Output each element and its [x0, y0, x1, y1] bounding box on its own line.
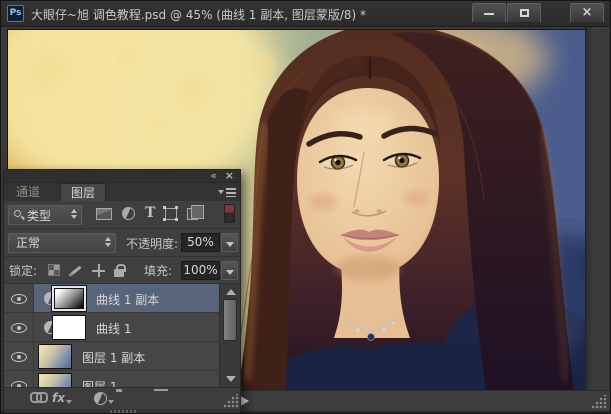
opacity-value-field[interactable]: 50% [181, 233, 220, 252]
layer-row-curves-1-copy[interactable]: 曲线 1 副本 [4, 284, 220, 313]
image-thumbnail[interactable] [38, 344, 72, 369]
eye-icon[interactable] [11, 294, 27, 304]
app-icon: Ps [7, 5, 24, 22]
layers-list: 曲线 1 副本 曲线 1 图层 1 副本 图层 1 [4, 284, 240, 400]
close-panel-icon[interactable]: × [225, 169, 234, 182]
lock-position-icon[interactable] [92, 263, 105, 277]
minimize-icon [484, 13, 494, 15]
panel-resize-grip[interactable] [223, 394, 239, 408]
dropdown-updown-icon [105, 237, 111, 247]
tab-channels[interactable]: 通道 [6, 183, 50, 201]
layer-style-fx-button[interactable]: fx [52, 391, 65, 405]
scroll-up-icon[interactable] [226, 289, 236, 295]
document-title: 大眼仔~旭 调色教程.psd @ 45% (曲线 1 副本, 图层蒙版/8) * [31, 8, 367, 22]
collapse-panel-icon[interactable]: « [210, 169, 217, 182]
search-icon [14, 210, 21, 217]
layer-row-curves-1[interactable]: 曲线 1 [4, 313, 220, 342]
blend-mode-value: 正常 [16, 236, 41, 250]
dropdown-updown-icon [71, 209, 77, 219]
layers-panel: « × 通道 图层 类型 T 正常 不透明度: 50% 锁定: 填充: 100%… [3, 169, 241, 413]
title-bar[interactable]: Ps 大眼仔~旭 调色教程.psd @ 45% (曲线 1 副本, 图层蒙版/8… [1, 1, 610, 27]
visibility-cell[interactable] [4, 284, 34, 312]
adjustment-dropdown-arrow-icon [108, 400, 114, 404]
layers-footer-toolbar: fx [4, 387, 240, 409]
layer-row-layer-1-copy[interactable]: 图层 1 副本 [4, 342, 220, 371]
layer-name[interactable]: 曲线 1 副本 [96, 291, 159, 308]
eye-icon[interactable] [11, 323, 27, 333]
window-resize-grip[interactable] [591, 395, 607, 409]
panel-menu-icon[interactable] [218, 187, 236, 198]
layer-name[interactable]: 图层 1 副本 [82, 349, 145, 366]
lock-transparency-icon[interactable] [48, 264, 60, 276]
canvas-right-gutter [585, 27, 610, 413]
panel-bottom-strip[interactable] [4, 409, 240, 413]
tab-layers[interactable]: 图层 [60, 183, 107, 201]
opacity-dropdown-button[interactable] [221, 233, 238, 252]
filter-pixel-layers-icon[interactable] [96, 207, 112, 220]
maximize-button[interactable] [507, 3, 541, 23]
fill-label: 填充: [144, 264, 173, 278]
filter-kind-label: 类型 [27, 209, 52, 223]
filter-on-off-toggle[interactable] [224, 204, 235, 223]
scroll-down-icon[interactable] [226, 376, 236, 382]
panel-header-bar[interactable]: « × [4, 169, 240, 183]
visibility-cell[interactable] [4, 342, 34, 370]
filter-kind-dropdown[interactable]: 类型 [8, 205, 82, 225]
layer-name[interactable]: 曲线 1 [96, 320, 131, 337]
panel-tabs: 通道 图层 [4, 183, 240, 201]
fill-dropdown-button[interactable] [221, 261, 238, 280]
filter-smart-objects-icon[interactable] [187, 204, 205, 220]
lock-pixels-icon[interactable] [69, 263, 83, 277]
minimize-button[interactable] [472, 3, 506, 23]
maximize-icon [519, 9, 529, 17]
photoshop-window: Ps 大眼仔~旭 调色教程.psd @ 45% (曲线 1 副本, 图层蒙版/8… [0, 0, 611, 414]
lock-all-icon[interactable] [114, 263, 126, 277]
new-adjustment-layer-icon[interactable] [94, 392, 107, 405]
gradient-mask-thumbnail[interactable] [52, 286, 86, 311]
visibility-cell[interactable] [4, 313, 34, 341]
close-button[interactable]: × [570, 3, 604, 23]
white-mask-thumbnail[interactable] [52, 315, 86, 340]
opacity-label: 不透明度: [126, 237, 179, 251]
eye-icon[interactable] [11, 352, 27, 362]
layers-scrollbar[interactable] [219, 284, 240, 387]
filter-shape-layers-icon[interactable] [163, 205, 178, 220]
filter-type-layers-icon[interactable]: T [145, 206, 155, 220]
filter-adjustment-layers-icon[interactable] [122, 207, 135, 220]
blend-row: 正常 不透明度: 50% [4, 229, 240, 257]
fill-value-field[interactable]: 100% [181, 261, 220, 280]
lock-label: 锁定: [9, 264, 38, 278]
panel-drag-handle[interactable] [110, 410, 136, 413]
lock-row: 锁定: 填充: 100% [4, 257, 240, 284]
scrollbar-thumb[interactable] [223, 299, 237, 341]
blend-mode-dropdown[interactable]: 正常 [8, 233, 116, 253]
filter-row: 类型 T [4, 201, 240, 229]
fx-dropdown-arrow-icon [66, 400, 72, 404]
